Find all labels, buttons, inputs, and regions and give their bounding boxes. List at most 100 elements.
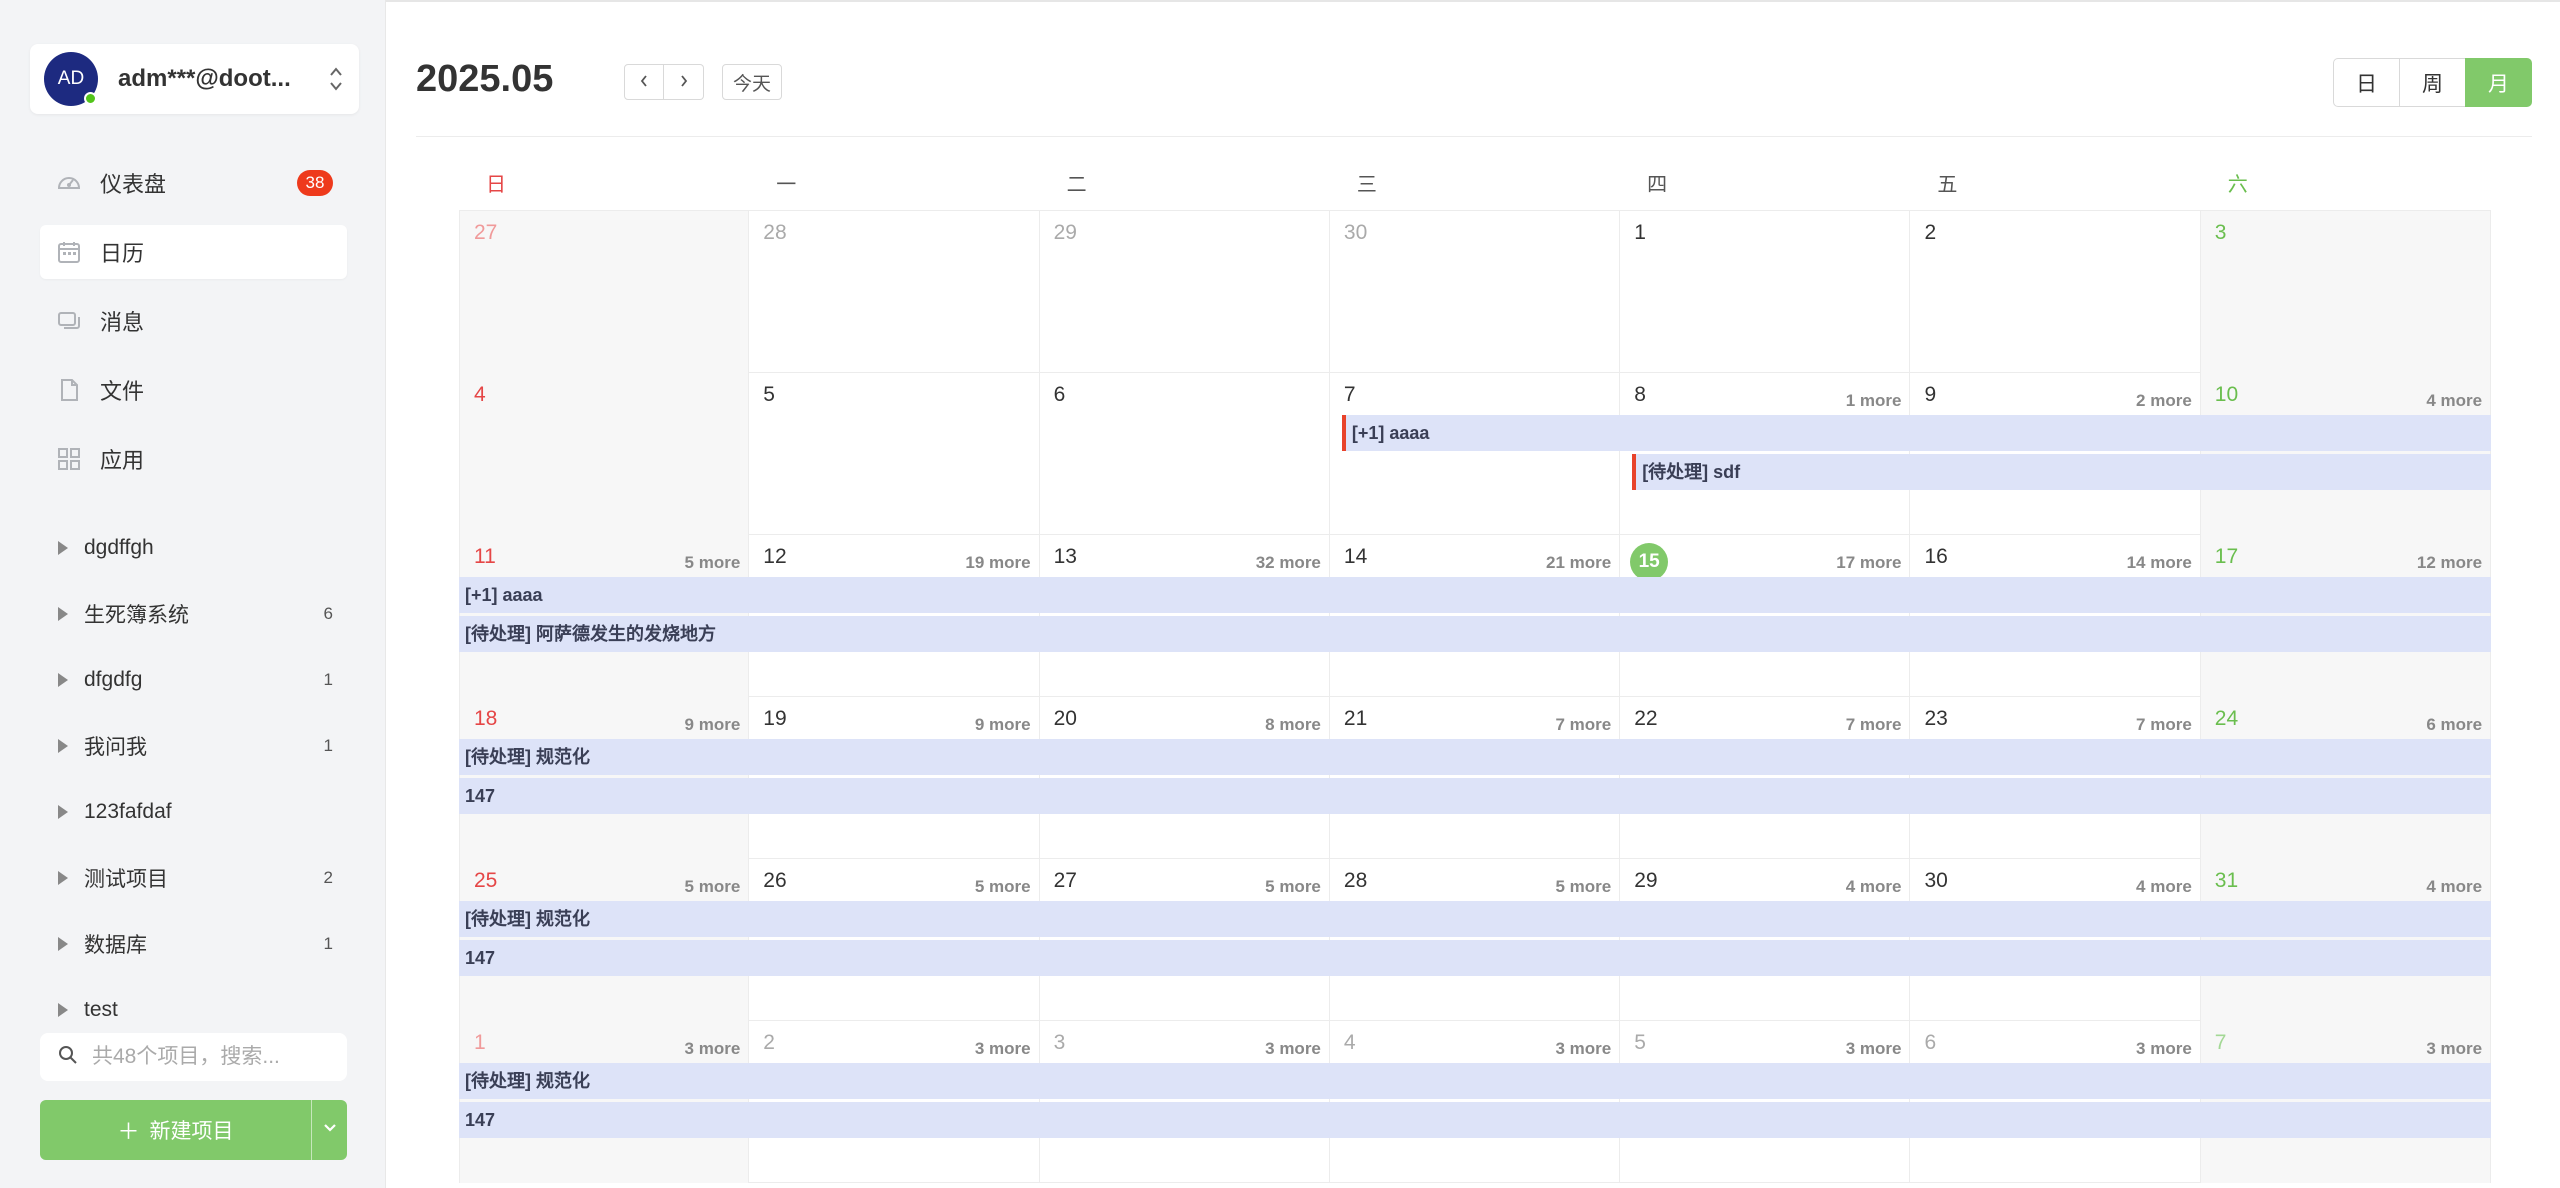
calendar-day-cell[interactable]: 30	[1330, 211, 1621, 373]
more-events-link[interactable]: 7 more	[2136, 715, 2192, 735]
date-number: 6	[1924, 1031, 1937, 1054]
project-item[interactable]: test	[40, 977, 347, 1025]
calendar-event[interactable]: 147	[459, 1102, 2492, 1138]
more-events-link[interactable]: 12 more	[2417, 553, 2482, 573]
project-item[interactable]: dfgdfg 1	[40, 647, 347, 713]
more-events-link[interactable]: 7 more	[1846, 715, 1902, 735]
calendar-event[interactable]: [+1] aaaa	[459, 577, 2492, 613]
date-number: 30	[1343, 221, 1368, 244]
more-events-link[interactable]: 9 more	[685, 715, 741, 735]
more-events-link[interactable]: 17 more	[1836, 553, 1901, 573]
more-events-link[interactable]: 1 more	[1846, 391, 1902, 411]
more-events-link[interactable]: 19 more	[965, 553, 1030, 573]
more-events-link[interactable]: 2 more	[2136, 391, 2192, 411]
calendar-event[interactable]: [待处理] 规范化	[459, 1063, 2492, 1099]
more-events-link[interactable]: 7 more	[1555, 715, 1611, 735]
top-border	[386, 0, 2560, 2]
date-number: 2	[1924, 221, 1937, 244]
calendar-day-cell[interactable]: 7	[1330, 373, 1621, 535]
more-events-link[interactable]: 21 more	[1546, 553, 1611, 573]
caret-right-icon[interactable]	[58, 805, 68, 819]
today-button[interactable]: 今天	[722, 64, 783, 100]
more-events-link[interactable]: 4 more	[2426, 877, 2482, 897]
nav-item-calendar[interactable]: 日历	[40, 225, 347, 279]
calendar-event[interactable]: [待处理] 阿萨德发生的发烧地方	[459, 616, 2492, 652]
more-events-link[interactable]: 5 more	[685, 877, 741, 897]
caret-right-icon[interactable]	[58, 871, 68, 885]
nav-item-apps[interactable]: 应用	[40, 432, 347, 486]
weekday-label: 一	[776, 174, 797, 196]
caret-right-icon[interactable]	[58, 937, 68, 951]
project-item[interactable]: dgdffgh	[40, 515, 347, 581]
chevron-up-down-icon[interactable]	[329, 64, 343, 97]
more-events-link[interactable]: 5 more	[1555, 877, 1611, 897]
calendar-week: 11 5 more 12 19 more 13 32 more 14 21 more 15 17 …	[459, 535, 2492, 697]
nav-label-files: 文件	[100, 379, 145, 404]
new-project-button[interactable]: ＋ 新建项目	[40, 1100, 311, 1160]
calendar-day-cell[interactable]: 29	[1040, 211, 1330, 373]
calendar-day-cell[interactable]: 3	[2200, 211, 2492, 373]
sidebar: AD adm***@doot... 仪表盘 38 日历 消息 文件 应用 dgd…	[0, 0, 386, 1188]
date-number: 17	[2214, 545, 2239, 568]
calendar-day-cell[interactable]: 2	[1911, 211, 2201, 373]
more-events-link[interactable]: 5 more	[975, 877, 1031, 897]
view-week-button[interactable]: 周	[2399, 58, 2466, 107]
calendar-event[interactable]: 147	[459, 778, 2492, 814]
caret-right-icon[interactable]	[58, 607, 68, 621]
calendar-event[interactable]: [待处理] 规范化	[459, 901, 2492, 937]
calendar-day-cell[interactable]: 1	[1620, 211, 1911, 373]
new-project-dropdown-button[interactable]	[311, 1100, 347, 1160]
project-name: dgdffgh	[84, 536, 154, 559]
project-item[interactable]: 123fafdaf	[40, 779, 347, 845]
more-events-link[interactable]: 8 more	[1265, 715, 1321, 735]
calendar-event[interactable]: 147	[459, 940, 2492, 976]
calendar-day-cell[interactable]: 27	[459, 211, 750, 373]
more-events-link[interactable]: 4 more	[1846, 877, 1902, 897]
date-number: 2	[763, 1031, 775, 1054]
search-input[interactable]	[92, 1045, 332, 1069]
caret-right-icon[interactable]	[58, 541, 68, 555]
user-switcher[interactable]: AD adm***@doot...	[30, 44, 359, 114]
calendar-event[interactable]: [+1] aaaa	[1341, 415, 2492, 451]
project-item[interactable]: 数据库 1	[40, 911, 347, 977]
calendar-day-cell[interactable]: 4	[459, 373, 750, 535]
prev-month-button[interactable]	[624, 64, 664, 100]
more-events-link[interactable]: 3 more	[2136, 1039, 2192, 1059]
weekday-label: 四	[1647, 174, 1668, 196]
more-events-link[interactable]: 3 more	[975, 1039, 1031, 1059]
more-events-link[interactable]: 4 more	[2426, 391, 2482, 411]
project-item[interactable]: 生死簿系统 6	[40, 581, 347, 647]
nav-item-messages[interactable]: 消息	[40, 294, 347, 348]
more-events-link[interactable]: 3 more	[685, 1039, 741, 1059]
more-events-link[interactable]: 3 more	[1265, 1039, 1321, 1059]
more-events-link[interactable]: 5 more	[1265, 877, 1321, 897]
caret-right-icon[interactable]	[58, 739, 68, 753]
nav-item-dashboard[interactable]: 仪表盘 38	[40, 156, 347, 210]
next-month-button[interactable]	[664, 64, 704, 100]
header-divider	[416, 136, 2532, 137]
calendar-event[interactable]: [待处理] 规范化	[459, 739, 2492, 775]
view-month-button[interactable]: 月	[2465, 58, 2532, 107]
more-events-link[interactable]: 14 more	[2127, 553, 2192, 573]
calendar-day-cell[interactable]: 6	[1040, 373, 1330, 535]
calendar-day-cell[interactable]: 5	[749, 373, 1040, 535]
view-day-button[interactable]: 日	[2333, 58, 2400, 107]
more-events-link[interactable]: 3 more	[2426, 1039, 2482, 1059]
calendar-day-cell[interactable]: 28	[749, 211, 1040, 373]
more-events-link[interactable]: 3 more	[1555, 1039, 1611, 1059]
calendar-event[interactable]: [待处理] sdf	[1632, 454, 2492, 490]
caret-right-icon[interactable]	[58, 1003, 68, 1017]
project-name: test	[84, 998, 118, 1021]
more-events-link[interactable]: 6 more	[2426, 715, 2482, 735]
more-events-link[interactable]: 3 more	[1846, 1039, 1902, 1059]
caret-right-icon[interactable]	[58, 673, 68, 687]
more-events-link[interactable]: 9 more	[975, 715, 1031, 735]
project-item[interactable]: 我问我 1	[40, 713, 347, 779]
project-item[interactable]: 测试项目 2	[40, 845, 347, 911]
date-number: 9	[1924, 383, 1937, 406]
more-events-link[interactable]: 32 more	[1256, 553, 1321, 573]
main-nav: 仪表盘 38 日历 消息 文件 应用	[40, 156, 347, 501]
nav-item-files[interactable]: 文件	[40, 363, 347, 417]
more-events-link[interactable]: 5 more	[685, 553, 741, 573]
more-events-link[interactable]: 4 more	[2136, 877, 2192, 897]
